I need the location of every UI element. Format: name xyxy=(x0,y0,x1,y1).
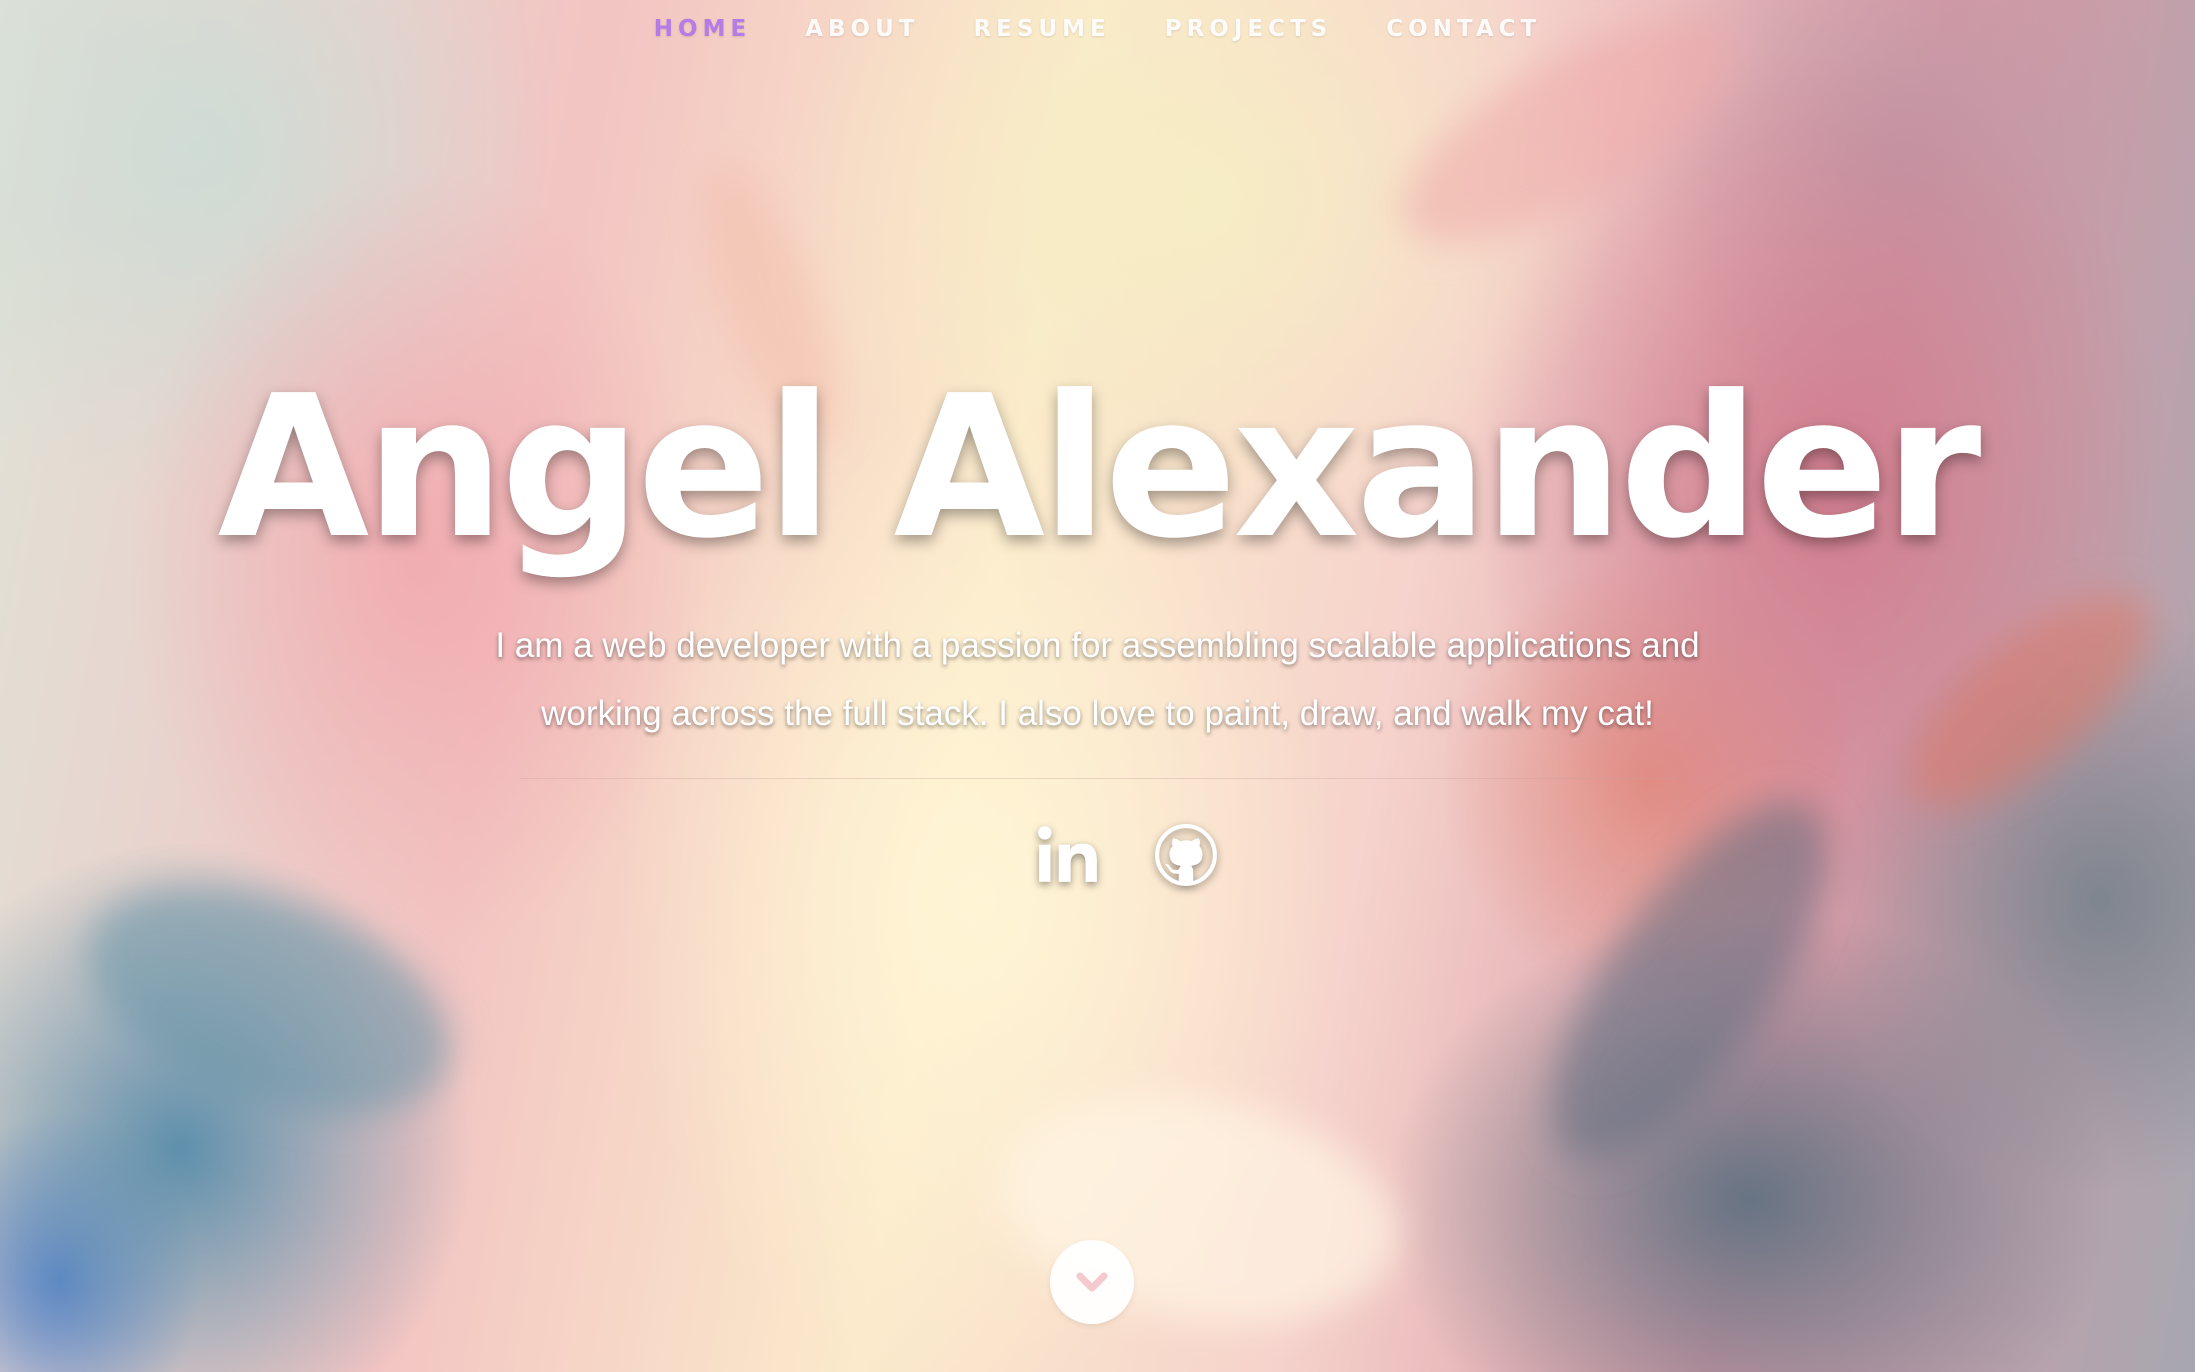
hero-intro: I am a web developer with a passion for … xyxy=(495,626,1700,733)
social-links xyxy=(0,822,2195,888)
nav-item-about[interactable]: ABOUT xyxy=(805,16,919,42)
nav-item-projects[interactable]: PROJECTS xyxy=(1165,16,1333,42)
nav-item-home[interactable]: HOME xyxy=(654,16,751,42)
scroll-down-button[interactable] xyxy=(1050,1240,1134,1324)
nav-item-contact[interactable]: CONTACT xyxy=(1386,16,1541,42)
nav-item-resume[interactable]: RESUME xyxy=(973,16,1110,42)
hero-name: Angel Alexander xyxy=(217,354,1982,582)
chevron-down-icon xyxy=(1072,1262,1112,1302)
github-icon[interactable] xyxy=(1153,822,1219,888)
divider xyxy=(520,778,1675,779)
main-nav: HOME ABOUT RESUME PROJECTS CONTACT xyxy=(0,16,2195,42)
linkedin-icon[interactable] xyxy=(1035,822,1101,888)
